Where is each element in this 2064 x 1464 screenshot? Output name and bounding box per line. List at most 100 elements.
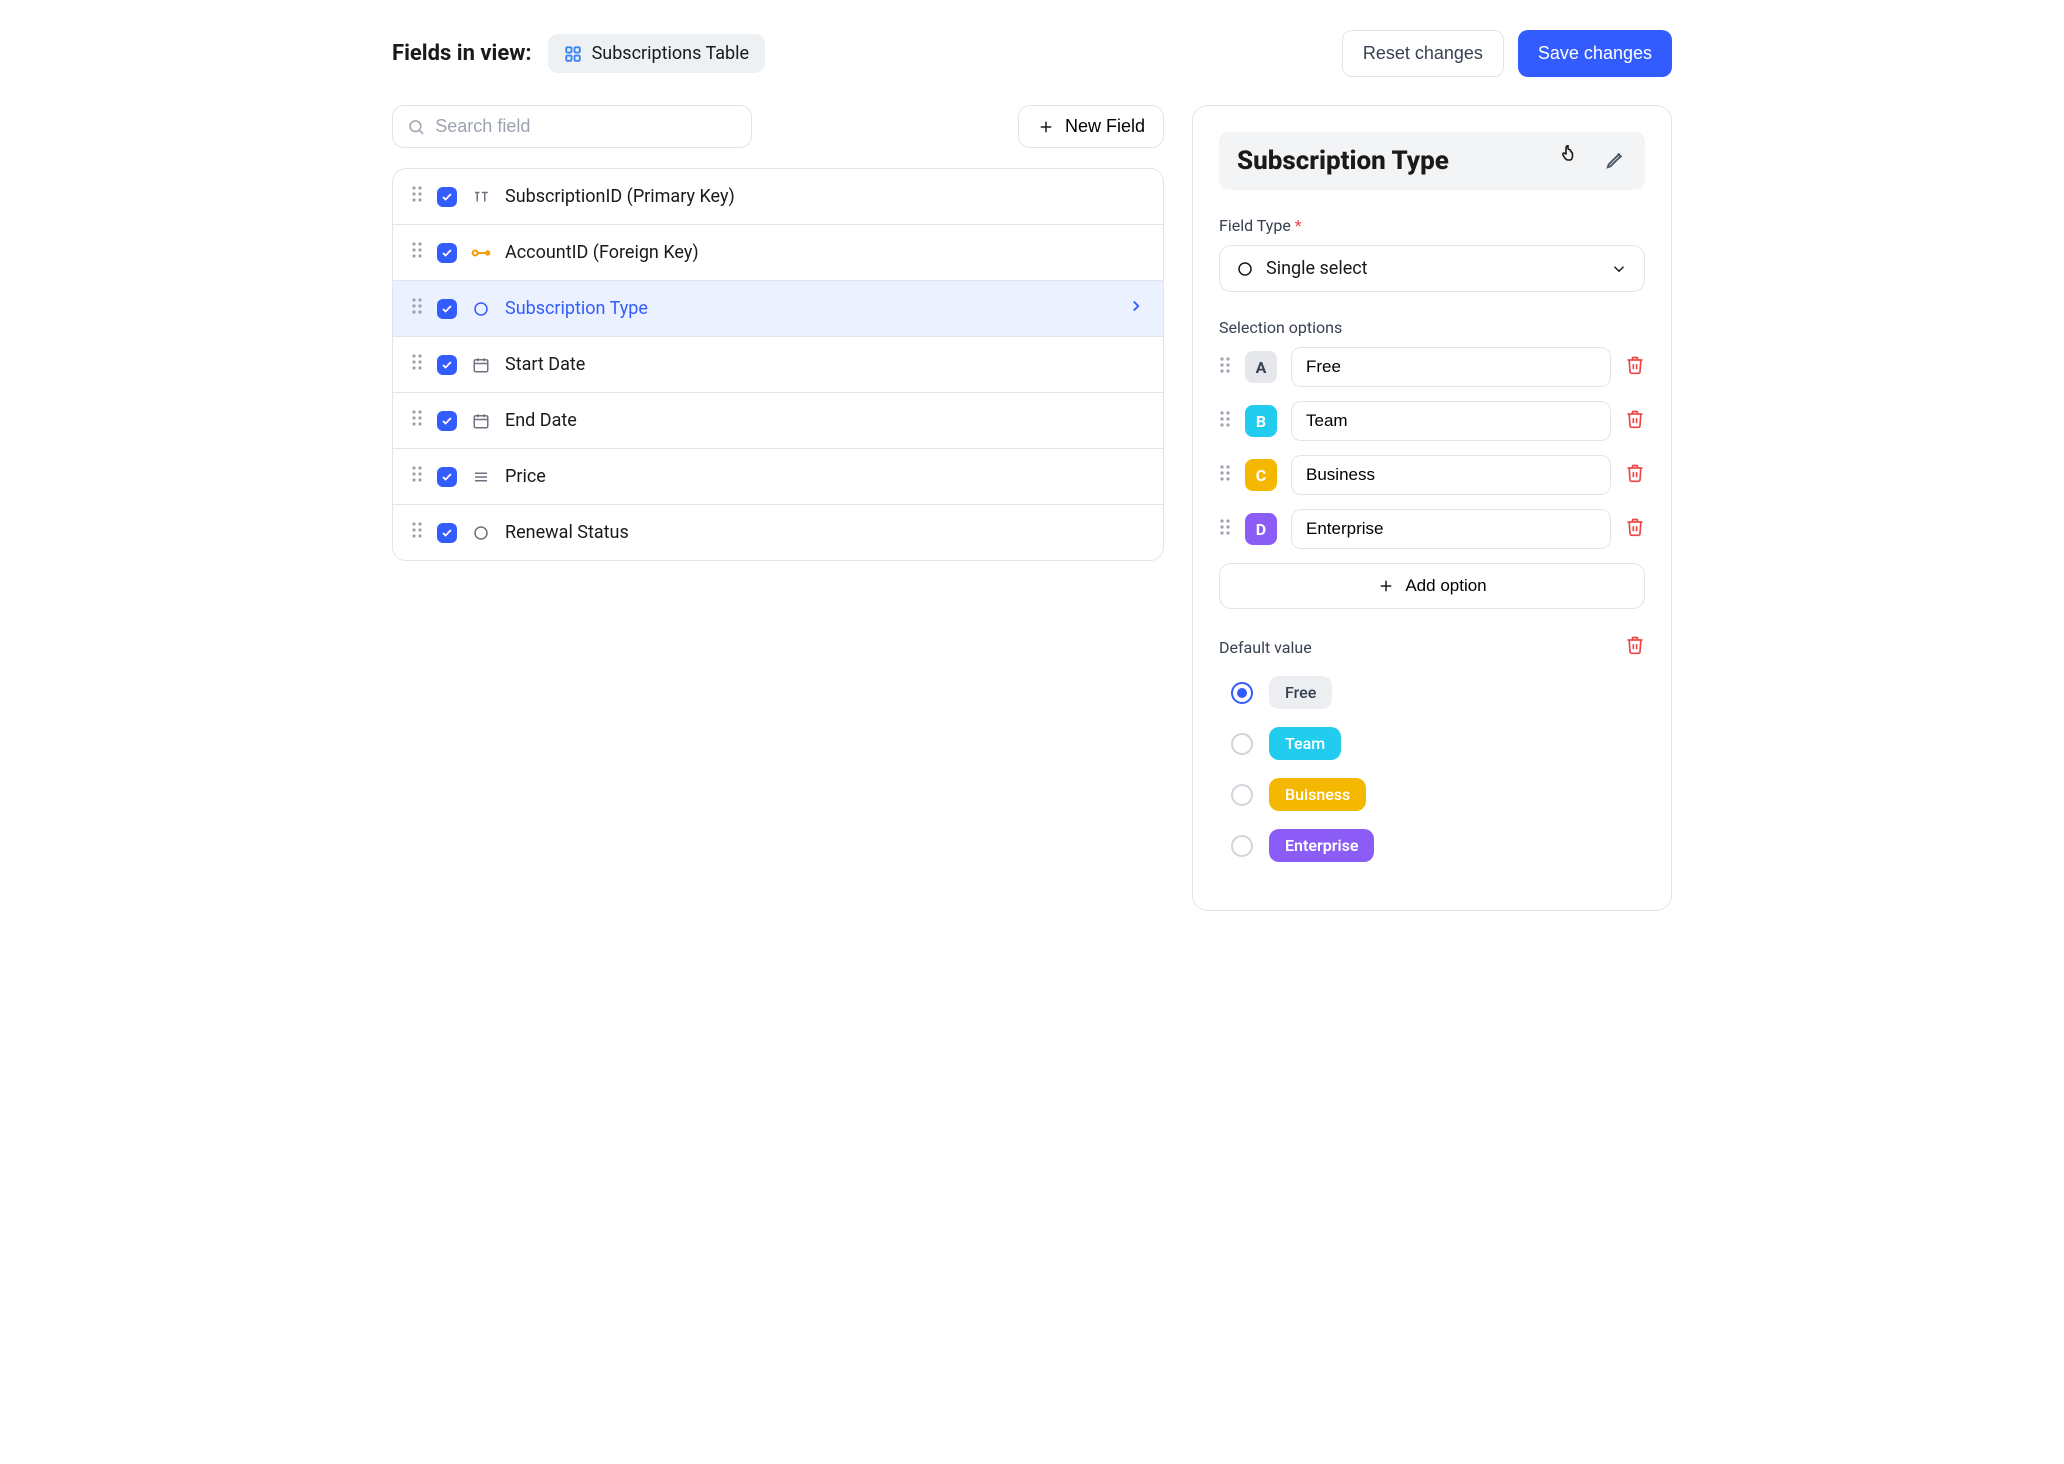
option-letter-badge[interactable]: A — [1245, 351, 1277, 383]
visibility-checkbox[interactable] — [437, 523, 457, 543]
visibility-checkbox[interactable] — [437, 355, 457, 375]
field-type-icon — [471, 300, 491, 318]
new-field-button[interactable]: New Field — [1018, 105, 1164, 148]
drag-handle-icon[interactable] — [1219, 356, 1231, 379]
field-row[interactable]: Start Date — [393, 337, 1163, 393]
selection-option-row: A — [1219, 347, 1645, 387]
drag-handle-icon[interactable] — [411, 185, 423, 208]
radio-button[interactable] — [1231, 784, 1253, 806]
option-value-input[interactable] — [1291, 509, 1611, 549]
default-value-option[interactable]: Team — [1219, 727, 1645, 760]
panel-title: Subscription Type — [1237, 146, 1449, 176]
delete-option-button[interactable] — [1625, 409, 1645, 434]
edit-title-button[interactable] — [1605, 148, 1627, 175]
drag-handle-icon[interactable] — [411, 297, 423, 320]
default-value-option[interactable]: Enterprise — [1219, 829, 1645, 862]
save-changes-button[interactable]: Save changes — [1518, 30, 1672, 77]
option-letter-badge[interactable]: C — [1245, 459, 1277, 491]
field-row[interactable]: Subscription Type — [393, 281, 1163, 337]
default-value-option[interactable]: Buisness — [1219, 778, 1645, 811]
pointer-cursor-icon — [1559, 142, 1583, 166]
radio-button[interactable] — [1231, 835, 1253, 857]
view-chip[interactable]: Subscriptions Table — [548, 34, 765, 73]
drag-handle-icon[interactable] — [1219, 464, 1231, 487]
field-row[interactable]: Price — [393, 449, 1163, 505]
view-chip-label: Subscriptions Table — [592, 43, 749, 64]
default-value-label: Default value — [1219, 638, 1312, 657]
field-list: SubscriptionID (Primary Key) AccountID (F… — [392, 168, 1164, 561]
selection-option-row: C — [1219, 455, 1645, 495]
radio-button[interactable] — [1231, 733, 1253, 755]
default-value-pill: Buisness — [1269, 778, 1366, 811]
search-icon — [407, 117, 425, 137]
visibility-checkbox[interactable] — [437, 299, 457, 319]
selection-option-row: D — [1219, 509, 1645, 549]
selection-options-label: Selection options — [1219, 318, 1645, 337]
drag-handle-icon[interactable] — [1219, 410, 1231, 433]
new-field-label: New Field — [1065, 116, 1145, 137]
default-value-pill: Enterprise — [1269, 829, 1374, 862]
drag-handle-icon[interactable] — [411, 465, 423, 488]
visibility-checkbox[interactable] — [437, 411, 457, 431]
field-type-icon — [471, 468, 491, 486]
field-type-icon — [471, 356, 491, 374]
default-value-option[interactable]: Free — [1219, 676, 1645, 709]
delete-option-button[interactable] — [1625, 517, 1645, 542]
delete-option-button[interactable] — [1625, 463, 1645, 488]
field-row[interactable]: AccountID (Foreign Key) — [393, 225, 1163, 281]
clear-default-button[interactable] — [1625, 635, 1645, 660]
drag-handle-icon[interactable] — [1219, 518, 1231, 541]
add-option-button[interactable]: Add option — [1219, 563, 1645, 609]
page-title: Fields in view: — [392, 41, 532, 66]
search-input[interactable] — [435, 116, 737, 137]
plus-icon — [1037, 118, 1055, 136]
drag-handle-icon[interactable] — [411, 353, 423, 376]
drag-handle-icon[interactable] — [411, 241, 423, 264]
field-type-icon — [471, 188, 491, 206]
option-value-input[interactable] — [1291, 455, 1611, 495]
drag-handle-icon[interactable] — [411, 409, 423, 432]
plus-icon — [1377, 577, 1395, 595]
field-label: AccountID (Foreign Key) — [505, 242, 1145, 263]
field-type-label: Field Type * — [1219, 216, 1645, 235]
search-field-container[interactable] — [392, 105, 752, 148]
grid-icon — [564, 45, 582, 63]
field-row[interactable]: Renewal Status — [393, 505, 1163, 560]
visibility-checkbox[interactable] — [437, 243, 457, 263]
drag-handle-icon[interactable] — [411, 521, 423, 544]
add-option-label: Add option — [1405, 576, 1486, 596]
selection-options: ABCD — [1219, 347, 1645, 549]
selection-option-row: B — [1219, 401, 1645, 441]
field-label: End Date — [505, 410, 1145, 431]
trash-icon — [1625, 635, 1645, 655]
field-label: Subscription Type — [505, 298, 1113, 319]
field-label: Start Date — [505, 354, 1145, 375]
field-type-icon — [471, 247, 491, 259]
required-asterisk: * — [1295, 216, 1302, 235]
delete-option-button[interactable] — [1625, 355, 1645, 380]
field-type-select[interactable]: Single select — [1219, 245, 1645, 292]
default-value-pill: Team — [1269, 727, 1341, 760]
default-value-pill: Free — [1269, 676, 1332, 709]
visibility-checkbox[interactable] — [437, 467, 457, 487]
option-letter-badge[interactable]: B — [1245, 405, 1277, 437]
circle-icon — [1236, 260, 1254, 278]
default-value-options: Free Team Buisness Enterprise — [1219, 676, 1645, 862]
field-type-icon — [471, 412, 491, 430]
field-type-icon — [471, 524, 491, 542]
reset-changes-button[interactable]: Reset changes — [1342, 30, 1504, 77]
option-letter-badge[interactable]: D — [1245, 513, 1277, 545]
radio-button[interactable] — [1231, 682, 1253, 704]
field-label: SubscriptionID (Primary Key) — [505, 186, 1145, 207]
field-label: Price — [505, 466, 1145, 487]
visibility-checkbox[interactable] — [437, 187, 457, 207]
field-type-value: Single select — [1266, 258, 1368, 279]
field-row[interactable]: SubscriptionID (Primary Key) — [393, 169, 1163, 225]
chevron-right-icon — [1127, 297, 1145, 320]
field-editor-panel: Subscription Type Field Type * Single se… — [1192, 105, 1672, 911]
field-row[interactable]: End Date — [393, 393, 1163, 449]
option-value-input[interactable] — [1291, 347, 1611, 387]
field-label: Renewal Status — [505, 522, 1145, 543]
pencil-icon — [1605, 148, 1627, 170]
option-value-input[interactable] — [1291, 401, 1611, 441]
